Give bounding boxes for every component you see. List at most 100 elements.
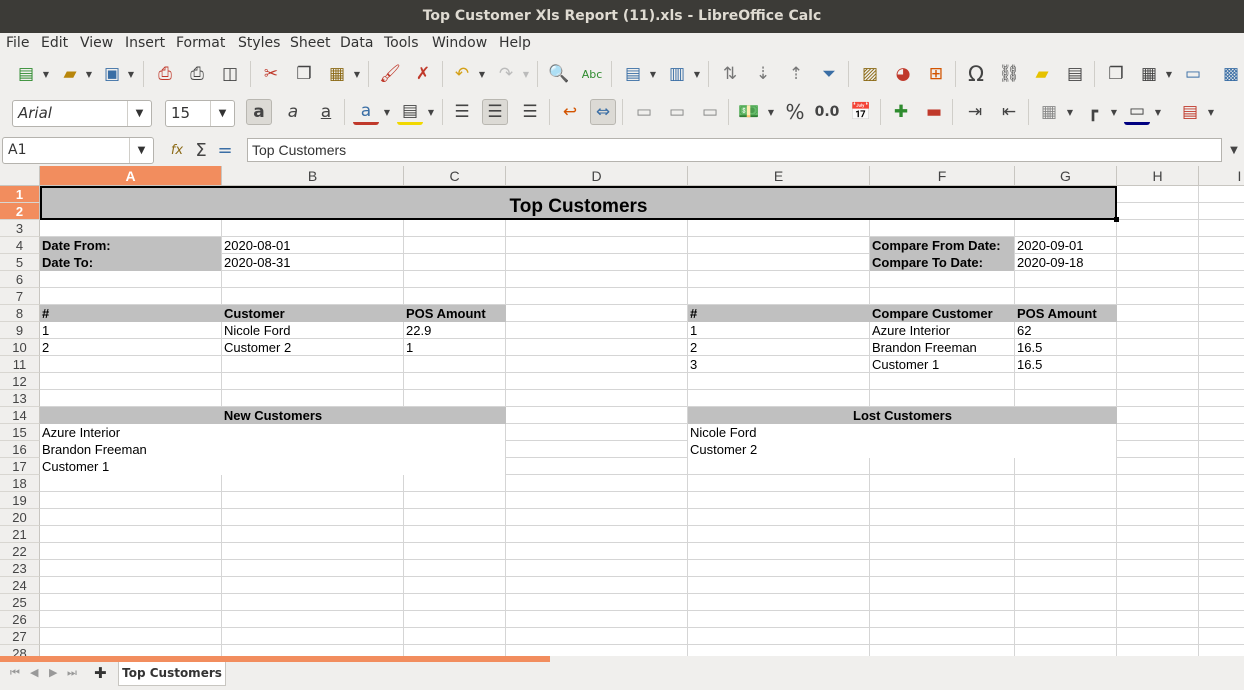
bold-icon[interactable]: a [246, 99, 272, 125]
right-table-cell[interactable]: 3 [688, 356, 869, 373]
right-table-cell[interactable]: 2 [688, 339, 869, 356]
lost-customers-header[interactable]: Lost Customers [688, 407, 1117, 424]
decrease-indent-icon[interactable]: ⇤ [996, 99, 1022, 125]
left-table-cell[interactable]: 2 [40, 339, 221, 356]
date-from-value[interactable]: 2020-08-01 [222, 237, 403, 254]
menu-edit[interactable]: Edit [41, 35, 68, 51]
redo-icon[interactable]: ↷ [493, 61, 519, 87]
highlight-color-icon[interactable]: ▤ [397, 99, 423, 125]
center-vertically-icon[interactable]: ▭ [664, 99, 690, 125]
spreadsheet-grid[interactable]: A B C D E F G H I 1 2 3 4 5 6 7 8 9 10 11 12 13 14 15 1… [0, 166, 1244, 656]
new-document-icon[interactable]: ▤ [13, 61, 39, 87]
row-header[interactable]: 18 [0, 475, 40, 492]
row-header[interactable]: 8 [0, 305, 40, 322]
sort-descending-icon[interactable]: ⇡ [783, 61, 809, 87]
function-wizard-icon[interactable]: fx [164, 137, 190, 163]
define-print-area-icon[interactable]: ❐ [1103, 61, 1129, 87]
row-header[interactable]: 22 [0, 543, 40, 560]
align-center-icon[interactable]: ☰ [482, 99, 508, 125]
open-folder-icon[interactable]: ▰ [57, 61, 83, 87]
row-header[interactable]: 5 [0, 254, 40, 271]
column-dropdown-icon[interactable]: ▼ [692, 61, 702, 87]
sum-icon[interactable]: Σ [188, 137, 214, 163]
special-character-icon[interactable]: Ω [963, 61, 989, 87]
column-icon[interactable]: ▥ [664, 61, 690, 87]
redo-dropdown-icon[interactable]: ▼ [521, 61, 531, 87]
lost-customer-item[interactable]: Nicole Ford [688, 424, 1116, 441]
menu-window[interactable]: Window [432, 35, 487, 51]
compare-to-value[interactable]: 2020-09-18 [1015, 254, 1116, 271]
freeze-dropdown-icon[interactable]: ▼ [1164, 61, 1174, 87]
right-table-cell[interactable]: Azure Interior [870, 322, 1014, 339]
name-box-dropdown-icon[interactable]: ▼ [129, 138, 153, 163]
new-customers-header[interactable]: New Customers [40, 407, 506, 424]
menu-file[interactable]: File [6, 35, 29, 51]
last-sheet-icon[interactable]: ⏭ [67, 666, 77, 680]
align-bottom-icon[interactable]: ▭ [697, 99, 723, 125]
left-table-cell[interactable]: 1 [404, 339, 505, 356]
row-header[interactable]: 25 [0, 594, 40, 611]
save-icon[interactable]: ▣ [99, 61, 125, 87]
copy-icon[interactable]: ❐ [291, 61, 317, 87]
add-sheet-icon[interactable]: ✚ [94, 664, 107, 682]
right-table-header[interactable]: # [688, 305, 870, 322]
align-top-icon[interactable]: ▭ [631, 99, 657, 125]
name-box[interactable]: A1 ▼ [2, 137, 154, 164]
row-header[interactable]: 23 [0, 560, 40, 577]
row-header[interactable]: 20 [0, 509, 40, 526]
prev-sheet-icon[interactable]: ◀ [30, 666, 38, 679]
column-header-f[interactable]: F [870, 166, 1015, 186]
pivot-table-icon[interactable]: ⊞ [923, 61, 949, 87]
right-table-cell[interactable]: 1 [688, 322, 869, 339]
show-draw-functions-icon[interactable]: ▩ [1218, 61, 1244, 87]
clear-formatting-icon[interactable]: ✗ [410, 61, 436, 87]
column-header-i[interactable]: I [1199, 166, 1244, 186]
merge-center-icon[interactable]: ⇔ [590, 99, 616, 125]
font-name-box[interactable]: Arial ▼ [12, 100, 152, 127]
column-header-g[interactable]: G [1015, 166, 1117, 186]
row-dropdown-icon[interactable]: ▼ [648, 61, 658, 87]
row-header[interactable]: 21 [0, 526, 40, 543]
undo-icon[interactable]: ↶ [449, 61, 475, 87]
lost-customer-item[interactable]: Customer 2 [688, 441, 1116, 458]
row-header[interactable]: 24 [0, 577, 40, 594]
next-sheet-icon[interactable]: ▶ [49, 666, 57, 679]
row-header[interactable]: 3 [0, 220, 40, 237]
column-header-b[interactable]: B [222, 166, 404, 186]
right-table-header[interactable]: Compare Customer [870, 305, 1015, 322]
wrap-text-icon[interactable]: ↩ [557, 99, 583, 125]
row-header[interactable]: 1 [0, 186, 40, 203]
row-header[interactable]: 7 [0, 288, 40, 305]
left-table-cell[interactable]: Customer 2 [222, 339, 403, 356]
conditional-format-icon[interactable]: ▤ [1177, 99, 1203, 125]
font-color-icon[interactable]: a [353, 99, 379, 125]
menu-tools[interactable]: Tools [384, 35, 419, 51]
date-to-label[interactable]: Date To: [40, 254, 221, 271]
menu-data[interactable]: Data [340, 35, 373, 51]
currency-icon[interactable]: 💵 [736, 99, 762, 125]
row-header[interactable]: 12 [0, 373, 40, 390]
border-style-icon[interactable]: ┏ [1080, 99, 1106, 125]
number-format-icon[interactable]: 0.0 [814, 99, 840, 125]
align-left-icon[interactable]: ☰ [449, 99, 475, 125]
left-table-header[interactable]: Customer [222, 305, 404, 322]
insert-chart-icon[interactable]: ◕ [890, 61, 916, 87]
freeze-rows-icon[interactable]: ▦ [1136, 61, 1162, 87]
increase-indent-icon[interactable]: ⇥ [962, 99, 988, 125]
percent-icon[interactable]: % [782, 99, 808, 125]
right-table-cell[interactable]: 62 [1015, 322, 1116, 339]
print-preview-icon[interactable]: ◫ [217, 61, 243, 87]
right-table-cell[interactable]: Brandon Freeman [870, 339, 1014, 356]
conditional-dropdown-icon[interactable]: ▼ [1206, 99, 1216, 125]
menu-sheet[interactable]: Sheet [290, 35, 330, 51]
underline-icon[interactable]: a [313, 99, 339, 125]
currency-dropdown-icon[interactable]: ▼ [766, 99, 776, 125]
sort-ascending-icon[interactable]: ⇣ [750, 61, 776, 87]
row-header[interactable]: 13 [0, 390, 40, 407]
date-format-icon[interactable]: 📅 [848, 99, 874, 125]
compare-to-label[interactable]: Compare To Date: [870, 254, 1014, 271]
menu-view[interactable]: View [80, 35, 113, 51]
column-header-a[interactable]: A [40, 166, 222, 186]
column-header-h[interactable]: H [1117, 166, 1199, 186]
border-color-dropdown-icon[interactable]: ▼ [1153, 99, 1163, 125]
